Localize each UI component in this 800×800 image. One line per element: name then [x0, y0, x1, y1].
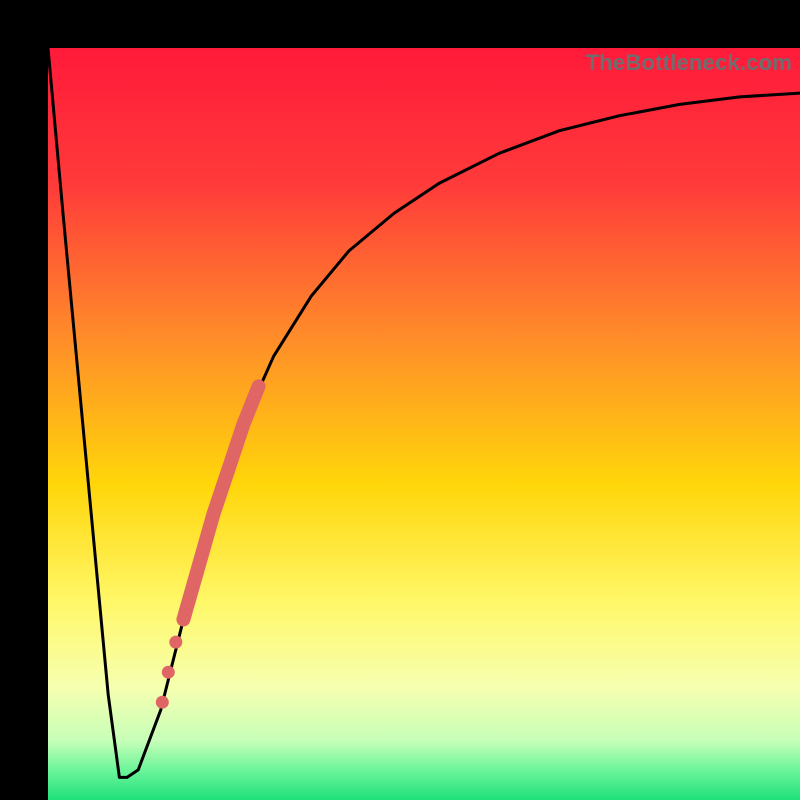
watermark-text: TheBottleneck.com [586, 50, 792, 76]
highlight-segment [183, 386, 258, 619]
highlight-dot [162, 666, 175, 679]
bottleneck-curve [48, 48, 800, 777]
highlight-dot [169, 636, 182, 649]
highlight-dots [156, 636, 183, 709]
curve-layer [48, 48, 800, 800]
plot-area: TheBottleneck.com [48, 48, 800, 800]
highlight-dot [156, 696, 169, 709]
chart-frame: TheBottleneck.com [0, 0, 800, 800]
